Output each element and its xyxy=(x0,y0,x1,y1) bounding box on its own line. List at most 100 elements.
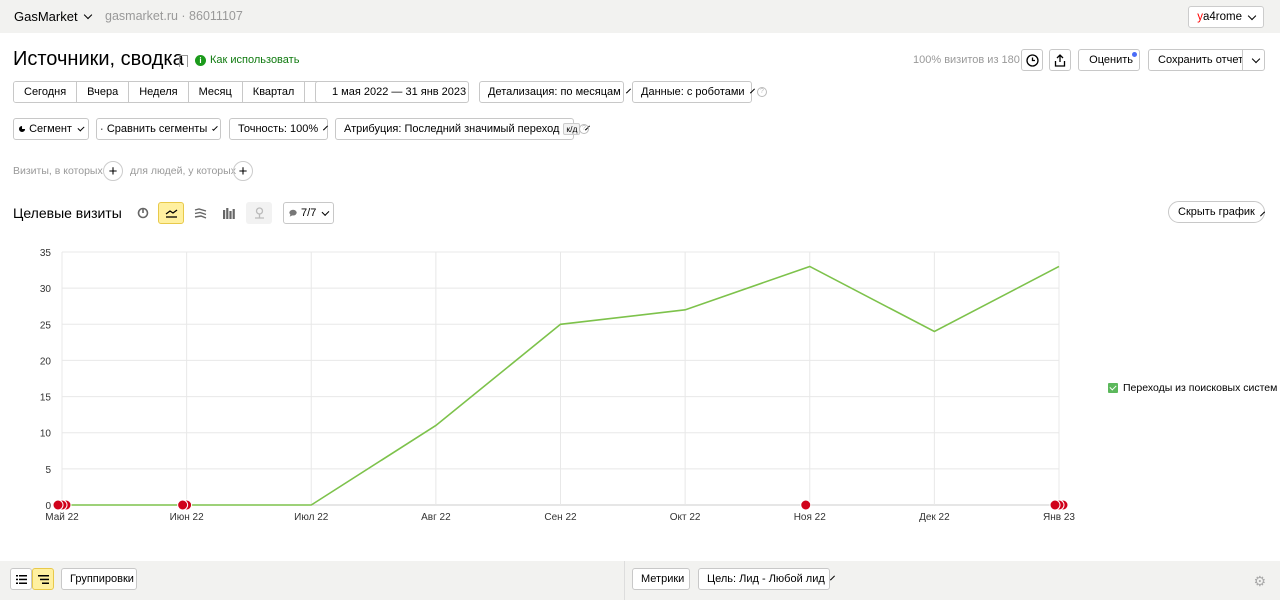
plus-icon: + xyxy=(108,162,118,180)
data-mode-dropdown[interactable]: Данные: с роботами xyxy=(632,81,755,103)
chart-type-pie-button[interactable] xyxy=(130,202,156,224)
chart-type-line-button[interactable] xyxy=(158,202,184,224)
x-tick-label: Янв 23 xyxy=(1043,512,1075,523)
comment-icon xyxy=(289,209,297,217)
save-report-label: Сохранить отчет xyxy=(1158,54,1244,66)
annotations-dropdown[interactable]: 7/7 xyxy=(283,202,334,224)
period-quarter[interactable]: Квартал xyxy=(242,82,306,102)
share-icon xyxy=(1054,53,1066,67)
notification-dot xyxy=(1132,52,1137,57)
groupings-button[interactable]: Группировки xyxy=(61,568,137,590)
annotation-marker xyxy=(1049,499,1061,511)
people-filter-label: для людей, у которых xyxy=(130,165,236,177)
line-chart-icon xyxy=(165,209,177,218)
metrics-button[interactable]: Метрики xyxy=(632,568,690,590)
x-tick-label: Авг 22 xyxy=(421,512,451,523)
legend-checkbox[interactable] xyxy=(1108,383,1118,393)
x-tick-label: Дек 22 xyxy=(919,512,950,523)
brand-name: GasMarket xyxy=(14,9,78,24)
clock-icon xyxy=(1025,53,1039,67)
list-icon xyxy=(15,574,27,584)
y-tick-label: 35 xyxy=(40,248,52,259)
list-view-button[interactable] xyxy=(10,568,32,590)
attribution-label: Атрибуция: Последний значимый переход xyxy=(344,123,560,135)
date-range-button[interactable]: 1 мая 2022 — 31 янв 2023 xyxy=(315,81,469,103)
add-visits-filter-button[interactable]: + xyxy=(103,161,123,181)
chevron-down-icon xyxy=(625,88,631,93)
tree-icon xyxy=(37,574,49,584)
data-mode-label: Данные: с роботами xyxy=(641,86,745,98)
period-week[interactable]: Неделя xyxy=(129,82,189,102)
y-tick-label: 0 xyxy=(45,501,51,512)
segment-dropdown[interactable]: Сегмент xyxy=(13,118,89,140)
line-chart: 0 5 10 15 20 25 30 35 Май 22 Июн 22 Июл 22 Авг 22 Се… xyxy=(40,248,1076,523)
user-menu-button[interactable]: ya4rome xyxy=(1188,6,1264,28)
compare-segments-dropdown[interactable]: Сравнить сегменты xyxy=(96,118,221,140)
date-range-label: 1 мая 2022 — 31 янв 2023 xyxy=(332,86,467,98)
attribution-badge: к/д xyxy=(563,123,581,135)
chart-type-area-button[interactable] xyxy=(187,202,213,224)
annotation-marker xyxy=(52,499,64,511)
period-yesterday[interactable]: Вчера xyxy=(77,82,130,102)
counter-selector[interactable]: GasMarket xyxy=(14,9,92,24)
help-icon[interactable]: ? xyxy=(757,87,767,97)
help-icon[interactable]: ? xyxy=(579,124,589,134)
hide-chart-button[interactable]: Скрыть график xyxy=(1168,201,1265,223)
site-info: gasmarket.ru · 86011107 xyxy=(105,9,243,23)
annotation-marker xyxy=(800,499,812,511)
rate-button[interactable]: Оценить xyxy=(1078,49,1140,71)
compare-icon xyxy=(101,128,103,130)
goal-label: Цель: Лид - Любой лид xyxy=(707,573,825,585)
legend-series-label: Переходы из поисковых систем xyxy=(1123,382,1278,394)
map-pin-icon xyxy=(254,207,264,219)
add-people-filter-button[interactable]: + xyxy=(233,161,253,181)
stacked-area-icon xyxy=(194,207,206,219)
detail-dropdown[interactable]: Детализация: по месяцам xyxy=(479,81,631,103)
y-tick-label: 15 xyxy=(40,393,52,404)
period-month[interactable]: Месяц xyxy=(188,82,243,102)
save-report-button[interactable]: Сохранить отчет xyxy=(1148,49,1265,71)
chevron-down-icon xyxy=(83,10,92,20)
visits-filter-label: Визиты, в которых xyxy=(13,165,103,177)
hide-chart-label: Скрыть график xyxy=(1178,206,1255,218)
annotations-count: 7/7 xyxy=(301,207,317,219)
visits-info: 100% визитов из 180 xyxy=(913,54,1020,66)
compare-label: Сравнить сегменты xyxy=(106,123,208,135)
pie-icon xyxy=(19,125,26,133)
info-icon: i xyxy=(195,54,206,66)
period-today[interactable]: Сегодня xyxy=(14,82,78,102)
accuracy-dropdown[interactable]: Точность: 100% xyxy=(229,118,329,140)
annotation-marker xyxy=(177,499,189,511)
chart-type-map-button[interactable] xyxy=(246,202,272,224)
chevron-down-icon xyxy=(77,123,85,132)
goal-dropdown[interactable]: Цель: Лид - Любой лид xyxy=(698,568,835,590)
how-to-link[interactable]: i Как использовать xyxy=(195,54,299,66)
export-button[interactable] xyxy=(1049,49,1071,71)
bottom-divider xyxy=(624,561,625,600)
period-selector: Сегодня Вчера Неделя Месяц Квартал Год xyxy=(13,81,344,103)
chevron-down-icon xyxy=(212,124,218,131)
user-login-rest: a4rome xyxy=(1203,11,1242,23)
gear-icon[interactable]: ⚙ xyxy=(1253,573,1266,590)
pie-chart-icon xyxy=(137,207,149,219)
groupings-label: Группировки xyxy=(70,573,134,585)
x-tick-label: Окт 22 xyxy=(670,512,701,523)
bookmark-icon[interactable] xyxy=(179,55,188,67)
y-tick-label: 5 xyxy=(45,465,51,476)
chevron-down-icon xyxy=(323,125,329,130)
chevron-down-icon xyxy=(321,207,330,216)
chevron-down-icon xyxy=(1251,54,1260,63)
x-tick-label: Ноя 22 xyxy=(794,512,827,523)
chart-legend[interactable]: Переходы из поисковых систем xyxy=(1108,382,1277,394)
attribution-dropdown[interactable]: Атрибуция: Последний значимый переход к/… xyxy=(335,118,591,140)
page-title: Источники, сводка xyxy=(13,48,184,70)
chart-type-bar-button[interactable] xyxy=(216,202,242,224)
detail-label: Детализация: по месяцам xyxy=(488,86,621,98)
y-tick-label: 30 xyxy=(40,284,52,295)
how-to-label: Как использовать xyxy=(210,54,300,66)
bar-chart-icon xyxy=(223,207,235,219)
rate-label: Оценить xyxy=(1089,54,1133,66)
history-button[interactable] xyxy=(1021,49,1043,71)
save-report-dropdown[interactable] xyxy=(1242,50,1265,70)
tree-view-button[interactable] xyxy=(32,568,54,590)
